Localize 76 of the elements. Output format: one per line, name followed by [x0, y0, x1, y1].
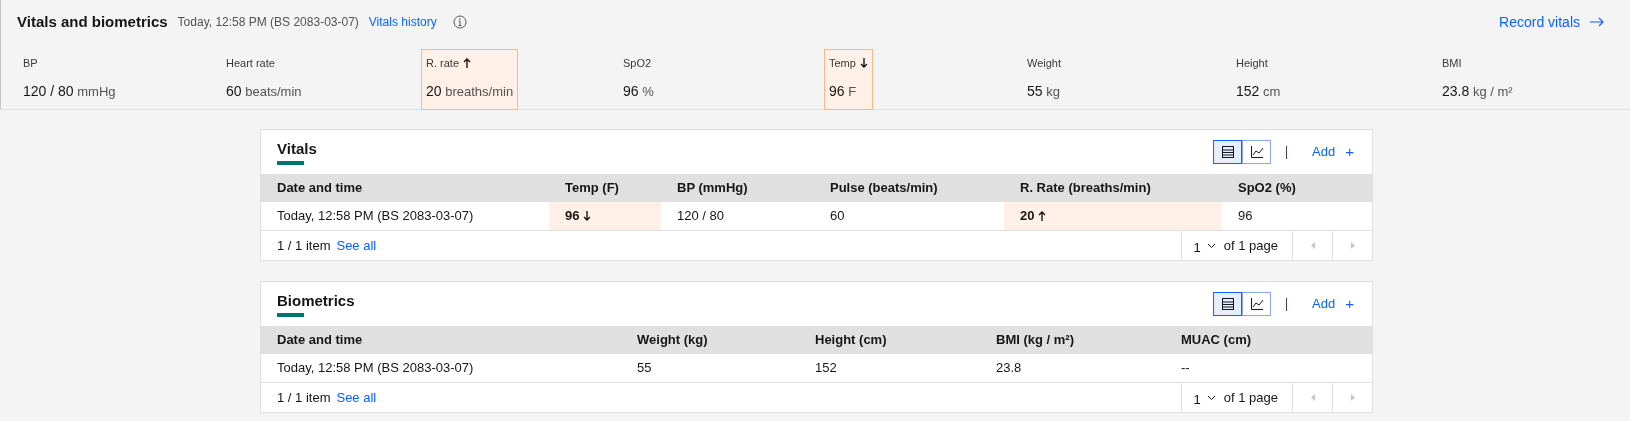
- page-title: Vitals and biometrics: [17, 12, 168, 32]
- table-cell-text: 60: [829, 207, 846, 226]
- metric-value: 20 breaths/min: [426, 82, 514, 101]
- column-header: Height (cm): [814, 331, 888, 350]
- table-cell-text: 152: [814, 359, 838, 378]
- column-header: Date and time: [276, 179, 364, 198]
- view-toggle-button[interactable]: [1242, 292, 1272, 316]
- column-header: R. Rate (breaths/min): [1019, 179, 1152, 198]
- view-toggle-button[interactable]: [1213, 140, 1243, 164]
- metric-label: Weight: [1027, 55, 1062, 71]
- add-button[interactable]: Add +: [1312, 140, 1356, 164]
- item-count: 1 / 1 item: [277, 236, 331, 255]
- page-count: of 1 page: [1223, 388, 1279, 407]
- metric-label: Heart rate: [226, 55, 275, 71]
- column-header: MUAC (cm): [1180, 331, 1253, 350]
- table-cell-text: Today, 12:58 PM (BS 2083-03-07): [276, 359, 475, 378]
- caret-right-icon: [1350, 394, 1355, 401]
- line-chart-icon: [1249, 297, 1264, 311]
- metric-label: R. rate: [426, 55, 459, 71]
- title-underline: [277, 161, 304, 165]
- arrow-down-icon: [859, 57, 868, 68]
- table-cell-text: 23.8: [995, 359, 1023, 378]
- metric-value: 152 cm: [1236, 82, 1281, 101]
- caret-right-icon: [1350, 242, 1355, 249]
- page-count: of 1 page: [1223, 236, 1279, 255]
- view-toggle-button[interactable]: [1213, 292, 1243, 316]
- card-title: Vitals: [277, 139, 317, 159]
- metric-value: 96 F: [829, 82, 858, 101]
- column-header: Temp (F): [564, 179, 620, 198]
- item-count: 1 / 1 item: [277, 388, 331, 407]
- column-header: SpO2 (%): [1237, 179, 1297, 198]
- title-underline: [277, 313, 304, 317]
- record-vitals-link[interactable]: Record vitals: [1499, 11, 1604, 33]
- vitals-history-link[interactable]: Vitals history: [368, 13, 437, 32]
- table-cell-text: --: [1180, 359, 1191, 378]
- metric-value: 55 kg: [1027, 82, 1061, 101]
- table-cell: 20: [1004, 202, 1222, 230]
- metric-value: 60 beats/min: [226, 82, 302, 101]
- line-chart-icon: [1249, 145, 1264, 159]
- metric-label: Temp: [829, 55, 856, 71]
- arrow-up-icon: [463, 57, 471, 68]
- arrow-down-icon: [583, 211, 592, 221]
- caret-left-icon: [1310, 394, 1315, 401]
- metric-label: SpO2: [623, 55, 652, 71]
- column-header: Pulse (beats/min): [829, 179, 939, 198]
- table-cell: 96: [549, 202, 661, 230]
- arrow-up-icon: [1038, 211, 1047, 221]
- see-all-link[interactable]: See all: [336, 235, 377, 256]
- table-icon: [1220, 145, 1235, 159]
- table-cell-text: 55: [636, 359, 653, 378]
- table-cell-text: Today, 12:58 PM (BS 2083-03-07): [276, 207, 475, 226]
- metric-value: 96 %: [623, 82, 654, 101]
- column-header: Date and time: [276, 331, 364, 350]
- metric-value: 23.8 kg / m²: [1442, 82, 1513, 101]
- chevron-down-icon: [1206, 394, 1216, 401]
- chevron-down-icon: [1206, 242, 1216, 249]
- metric-value: 120 / 80 mmHg: [23, 82, 116, 101]
- table-cell-text: 96: [1237, 207, 1254, 226]
- table-icon: [1220, 297, 1235, 311]
- column-header: BP (mmHg): [676, 179, 749, 198]
- metric-label: Height: [1236, 55, 1268, 71]
- metric-label: BMI: [1442, 55, 1462, 71]
- arrow-right-icon: [1590, 17, 1604, 28]
- info-icon: [452, 15, 467, 30]
- table-cell-text: 120 / 80: [676, 207, 725, 226]
- timestamp: Today, 12:58 PM (BS 2083-03-07): [177, 14, 359, 32]
- page-select[interactable]: 1: [1181, 231, 1224, 260]
- column-header: BMI (kg / m²): [995, 331, 1075, 350]
- column-header: Weight (kg): [636, 331, 709, 350]
- add-button[interactable]: Add +: [1312, 292, 1356, 316]
- card-title: Biometrics: [277, 291, 355, 311]
- metric-label: BP: [23, 55, 38, 71]
- see-all-link[interactable]: See all: [336, 387, 377, 408]
- view-toggle-button[interactable]: [1242, 140, 1272, 164]
- page-select[interactable]: 1: [1181, 383, 1224, 412]
- caret-left-icon: [1310, 242, 1315, 249]
